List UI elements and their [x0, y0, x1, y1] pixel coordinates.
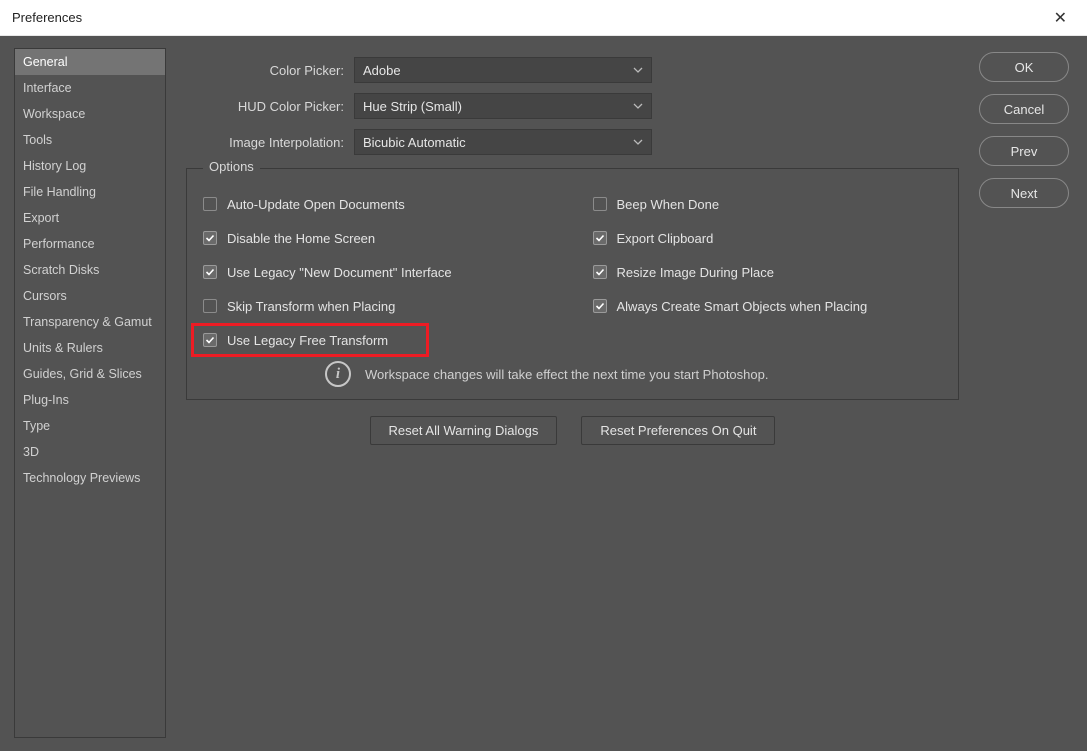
option-row: Export Clipboard [593, 221, 943, 255]
info-row: i Workspace changes will take effect the… [203, 361, 942, 387]
checkbox[interactable] [203, 299, 217, 313]
main-panel: Color Picker: Adobe HUD Color Picker: Hu… [176, 48, 969, 739]
titlebar: Preferences ✕ [0, 0, 1087, 36]
sidebar: GeneralInterfaceWorkspaceToolsHistory Lo… [14, 48, 166, 738]
option-label: Always Create Smart Objects when Placing [617, 299, 868, 314]
sidebar-item-transparency-gamut[interactable]: Transparency & Gamut [15, 309, 165, 335]
label-hud-color-picker: HUD Color Picker: [186, 99, 344, 114]
chevron-down-icon [633, 65, 643, 75]
reset-row: Reset All Warning Dialogs Reset Preferen… [186, 416, 959, 445]
dialog-title: Preferences [12, 10, 82, 25]
sidebar-item-units-rulers[interactable]: Units & Rulers [15, 335, 165, 361]
side-buttons: OK Cancel Prev Next [979, 48, 1069, 739]
select-hud-value: Hue Strip (Small) [363, 99, 462, 114]
sidebar-item-file-handling[interactable]: File Handling [15, 179, 165, 205]
options-legend: Options [203, 159, 260, 174]
checkbox[interactable] [593, 265, 607, 279]
sidebar-item-3d[interactable]: 3D [15, 439, 165, 465]
options-group: Options Auto-Update Open DocumentsDisabl… [186, 168, 959, 400]
row-hud-color-picker: HUD Color Picker: Hue Strip (Small) [186, 88, 959, 124]
sidebar-item-technology-previews[interactable]: Technology Previews [15, 465, 165, 491]
sidebar-item-performance[interactable]: Performance [15, 231, 165, 257]
sidebar-item-type[interactable]: Type [15, 413, 165, 439]
option-label: Resize Image During Place [617, 265, 775, 280]
reset-prefs-button[interactable]: Reset Preferences On Quit [581, 416, 775, 445]
sidebar-item-history-log[interactable]: History Log [15, 153, 165, 179]
prev-button[interactable]: Prev [979, 136, 1069, 166]
label-image-interpolation: Image Interpolation: [186, 135, 344, 150]
checkbox[interactable] [593, 299, 607, 313]
close-icon[interactable]: ✕ [1046, 4, 1075, 32]
option-row: Disable the Home Screen [203, 221, 553, 255]
option-label: Use Legacy Free Transform [227, 333, 388, 348]
dialog-body: GeneralInterfaceWorkspaceToolsHistory Lo… [0, 36, 1087, 751]
option-row: Beep When Done [593, 187, 943, 221]
options-left-column: Auto-Update Open Documents Disable the Ho… [203, 187, 553, 357]
sidebar-item-scratch-disks[interactable]: Scratch Disks [15, 257, 165, 283]
sidebar-item-plug-ins[interactable]: Plug-Ins [15, 387, 165, 413]
checkbox[interactable] [203, 265, 217, 279]
chevron-down-icon [633, 137, 643, 147]
select-color-picker-value: Adobe [363, 63, 401, 78]
sidebar-item-cursors[interactable]: Cursors [15, 283, 165, 309]
option-label: Auto-Update Open Documents [227, 197, 405, 212]
next-button[interactable]: Next [979, 178, 1069, 208]
checkbox[interactable] [593, 197, 607, 211]
sidebar-item-workspace[interactable]: Workspace [15, 101, 165, 127]
option-label: Use Legacy "New Document" Interface [227, 265, 452, 280]
options-right-column: Beep When Done Export Clipboard Resize Ima… [593, 187, 943, 357]
select-color-picker[interactable]: Adobe [354, 57, 652, 83]
option-row: Resize Image During Place [593, 255, 943, 289]
checkbox[interactable] [203, 333, 217, 347]
option-label: Export Clipboard [617, 231, 714, 246]
cancel-button[interactable]: Cancel [979, 94, 1069, 124]
option-row: Use Legacy "New Document" Interface [203, 255, 553, 289]
sidebar-item-export[interactable]: Export [15, 205, 165, 231]
select-hud-color-picker[interactable]: Hue Strip (Small) [354, 93, 652, 119]
select-image-interpolation[interactable]: Bicubic Automatic [354, 129, 652, 155]
info-text: Workspace changes will take effect the n… [365, 367, 768, 382]
sidebar-item-tools[interactable]: Tools [15, 127, 165, 153]
checkbox[interactable] [203, 197, 217, 211]
option-row: Skip Transform when Placing [203, 289, 553, 323]
ok-button[interactable]: OK [979, 52, 1069, 82]
option-label: Skip Transform when Placing [227, 299, 395, 314]
option-row: Always Create Smart Objects when Placing [593, 289, 943, 323]
row-image-interpolation: Image Interpolation: Bicubic Automatic [186, 124, 959, 160]
chevron-down-icon [633, 101, 643, 111]
checkbox[interactable] [593, 231, 607, 245]
option-label: Disable the Home Screen [227, 231, 375, 246]
info-icon: i [325, 361, 351, 387]
reset-warnings-button[interactable]: Reset All Warning Dialogs [370, 416, 558, 445]
highlighted-option: Use Legacy Free Transform [191, 323, 429, 357]
sidebar-item-interface[interactable]: Interface [15, 75, 165, 101]
sidebar-item-guides-grid-slices[interactable]: Guides, Grid & Slices [15, 361, 165, 387]
select-interp-value: Bicubic Automatic [363, 135, 466, 150]
sidebar-item-general[interactable]: General [15, 49, 165, 75]
label-color-picker: Color Picker: [186, 63, 344, 78]
checkbox[interactable] [203, 231, 217, 245]
option-row: Auto-Update Open Documents [203, 187, 553, 221]
option-label: Beep When Done [617, 197, 720, 212]
row-color-picker: Color Picker: Adobe [186, 52, 959, 88]
